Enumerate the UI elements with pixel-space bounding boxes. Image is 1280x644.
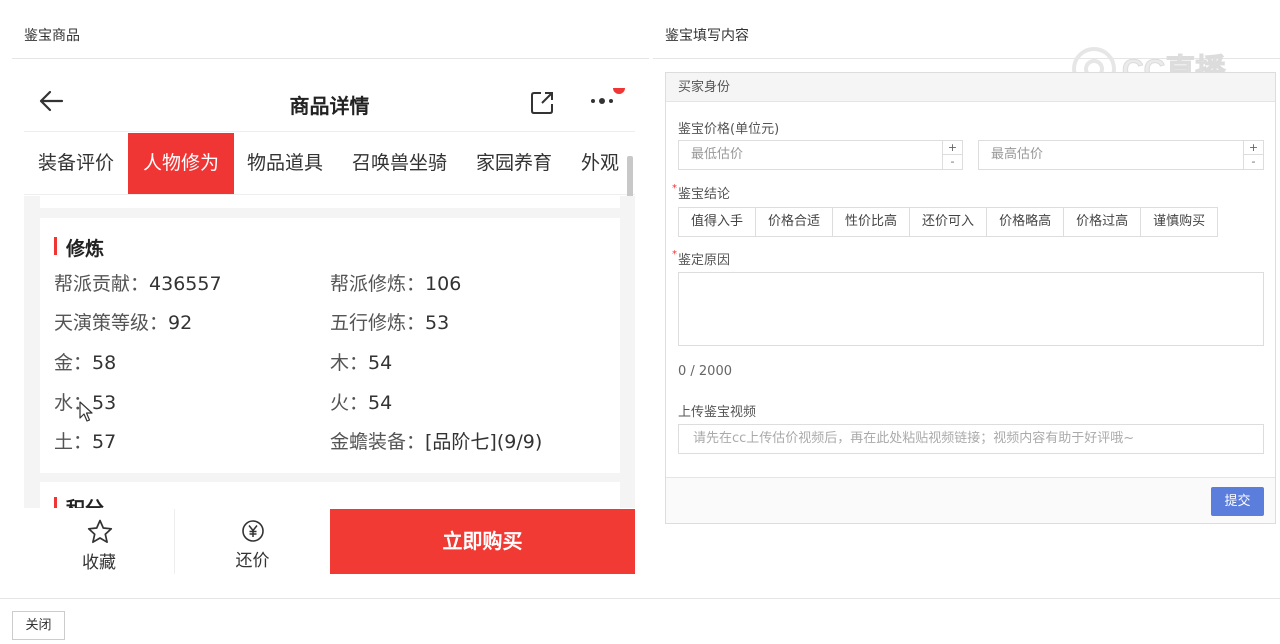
field-five-elements: 五行修炼：53 [330,312,450,334]
phone-header: 商品详情 [24,68,635,132]
yen-coin-icon [242,520,264,542]
option-bargain-ok[interactable]: 还价可入 [910,208,988,236]
conclusion-label: *鉴宝结论 [672,183,731,202]
field-golden-toad: 金蟾装备：[品阶七](9/9) [330,431,543,453]
decrement-button[interactable]: - [1244,155,1263,169]
right-panel-title: 鉴宝填写内容 [665,28,749,44]
section-heading: 修炼 [54,234,104,261]
form-footer: 提交 [666,477,1275,523]
favorite-label: 收藏 [82,553,116,573]
section-heading-points: 积分 [54,494,104,508]
mouse-cursor-icon [79,401,93,422]
max-price-stepper[interactable]: + - [1243,141,1263,169]
min-price-stepper[interactable]: + - [942,141,962,169]
conclusion-options: 值得入手 价格合适 性价比高 还价可入 价格略高 价格过高 谨慎购买 [678,207,1219,237]
reason-textarea[interactable] [678,272,1264,346]
more-icon[interactable] [590,88,630,114]
field-fire: 火：54 [330,392,393,414]
field-wood: 木：54 [330,352,393,374]
option-fair-price[interactable]: 价格合适 [756,208,834,236]
bargain-button[interactable]: 还价 [176,509,329,574]
field-guild-cultivation: 帮派修炼：106 [330,273,462,295]
increment-button[interactable]: + [943,141,962,155]
star-icon [87,519,113,544]
video-label: 上传鉴宝视频 [678,405,757,420]
left-divider [12,58,649,59]
increment-button[interactable]: + [1244,141,1263,155]
bargain-label: 还价 [235,551,270,571]
points-card: 积分 [40,482,620,508]
submit-button[interactable]: 提交 [1211,487,1264,516]
category-tabs: 装备评价 人物修为 物品道具 召唤兽坐骑 家园养育 外观 [24,133,635,195]
favorite-button[interactable]: 收藏 [24,509,175,574]
option-slightly-high[interactable]: 价格略高 [987,208,1065,236]
left-panel-title: 鉴宝商品 [24,28,80,44]
option-good-value[interactable]: 性价比高 [833,208,911,236]
field-guild-contribution: 帮派贡献：436557 [54,273,222,295]
tab-summons[interactable]: 召唤兽坐骑 [352,133,447,194]
product-preview: 商品详情 装备评价 人物修为 物品道具 召唤兽坐骑 家园养育 外观 修炼 帮派贡… [24,68,635,574]
option-cautious[interactable]: 谨慎购买 [1141,208,1217,236]
field-tianyance-level: 天演策等级：92 [54,312,193,334]
footer-divider [0,598,1280,599]
bottom-action-bar: 收藏 还价 立即购买 [24,509,635,574]
tab-home[interactable]: 家园养育 [476,133,552,194]
video-link-input[interactable]: 请先在cc上传估价视频后，再在此处粘贴视频链接；视频内容有助于好评哦~ [678,424,1264,454]
price-label: 鉴宝价格(单位元) [678,122,780,137]
buy-now-button[interactable]: 立即购买 [330,509,635,574]
field-earth: 土：57 [54,431,117,453]
field-metal: 金：58 [54,352,117,374]
reason-label: *鉴定原因 [672,249,731,268]
tab-appearance[interactable]: 外观 [581,133,619,194]
tab-character[interactable]: 人物修为 [128,133,234,194]
option-too-high[interactable]: 价格过高 [1064,208,1142,236]
decrement-button[interactable]: - [943,155,962,169]
share-icon[interactable] [529,90,555,116]
appraisal-form: 买家身份 鉴宝价格(单位元) 最低估价 + - 最高估价 + - *鉴宝结论 值得入… [665,72,1276,524]
close-button[interactable]: 关闭 [12,611,65,640]
detail-content: 修炼 帮派贡献：436557 帮派修炼：106 天演策等级：92 五行修炼：53… [24,196,635,508]
char-counter: 0 / 2000 [678,364,732,379]
max-price-input[interactable]: 最高估价 + - [978,140,1264,170]
option-worth-buying[interactable]: 值得入手 [679,208,757,236]
tab-items[interactable]: 物品道具 [247,133,323,194]
min-price-input[interactable]: 最低估价 + - [678,140,963,170]
notification-dot [613,88,625,94]
cultivation-card: 修炼 帮派贡献：436557 帮派修炼：106 天演策等级：92 五行修炼：53… [40,218,620,473]
tab-equipment[interactable]: 装备评价 [38,133,114,194]
form-header: 买家身份 [666,73,1275,102]
